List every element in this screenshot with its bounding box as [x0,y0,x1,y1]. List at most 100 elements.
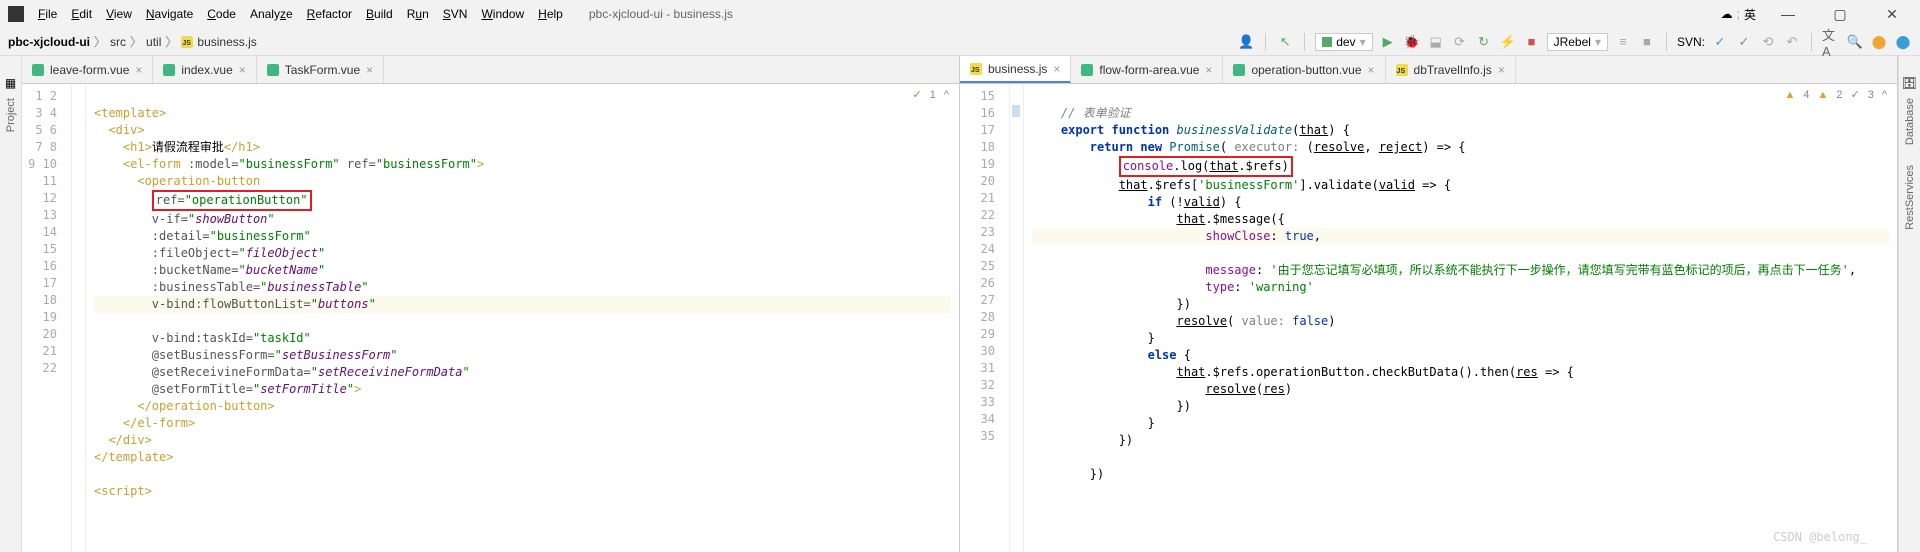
svn-commit-icon[interactable]: ✓ [1711,33,1729,51]
crumb-file[interactable]: business.js [197,35,256,49]
editor-split: leave-form.vue × index.vue × TaskForm.vue ×… [22,56,1898,552]
run-icon[interactable]: ▶ [1379,33,1397,51]
menu-navigate[interactable]: Navigate [140,5,199,23]
crumb-util[interactable]: util [146,35,161,49]
js-file-icon [970,63,982,75]
right-editor: business.js × flow-form-area.vue × operati… [960,56,1898,552]
window-title-path: pbc-xjcloud-ui - business.js [589,7,733,21]
menu-code[interactable]: Code [201,5,242,23]
svn-revert-icon[interactable]: ↶ [1783,33,1801,51]
ide-settings-icon[interactable]: ⬤ [1894,33,1912,51]
menu-refactor[interactable]: Refactor [301,5,358,23]
menu-window[interactable]: Window [475,5,530,23]
left-code[interactable]: <template> <div> <h1>请假流程审批</h1> <el-for… [86,84,959,552]
debug-icon[interactable]: 🐞 [1403,33,1421,51]
user-icon[interactable]: 👤 [1237,33,1255,51]
menu-edit[interactable]: Edit [65,5,98,23]
maximize-button[interactable]: ▢ [1820,2,1860,27]
back-icon[interactable]: ↖ [1276,33,1294,51]
left-fold-gutter[interactable] [72,84,86,552]
vue-file-icon [32,64,44,76]
menu-build[interactable]: Build [360,5,399,23]
right-code-area[interactable]: ▲4 ▲2 ✓3 ^ 15 16 17 18 19 20 21 22 23 24… [960,84,1897,552]
right-editor-tabs: business.js × flow-form-area.vue × operati… [960,56,1897,84]
project-tool-icon[interactable]: ▦ [5,76,16,90]
jrebel-select[interactable]: JRebel ▾ [1547,33,1608,51]
left-code-area[interactable]: ✓✓ 1 ^1 ^ 1 2 3 4 5 6 7 8 9 10 11 12 13 … [22,84,959,552]
svn-history-icon[interactable]: ⟲ [1759,33,1777,51]
attach-icon[interactable]: ⚡ [1499,33,1517,51]
coverage-icon[interactable]: ⬓ [1427,33,1445,51]
breadcrumb[interactable]: pbc-xjcloud-ui 〉 src 〉 util 〉 business.j… [8,33,257,50]
tab-close-icon[interactable]: × [1205,63,1212,77]
left-gutter[interactable]: 1 2 3 4 5 6 7 8 9 10 11 12 13 14 15 16 1… [22,84,72,552]
db-tool-icon[interactable]: 🗄 [1902,76,1917,90]
right-code[interactable]: // 表单验证 export function businessValidate… [1024,84,1897,552]
database-tool-label[interactable]: Database [1904,98,1916,145]
watermark: CSDN @belong_ [1773,529,1867,546]
rest-tool-label[interactable]: RestServices [1904,165,1916,230]
project-tool-label[interactable]: Project [5,98,17,132]
menu-analyze[interactable]: Analyze [244,5,299,23]
crumb-project[interactable]: pbc-xjcloud-ui [8,35,90,49]
rerun-icon[interactable]: ↻ [1475,33,1493,51]
tab-label: dbTravelInfo.js [1414,63,1492,77]
stop2-icon[interactable]: ■ [1638,33,1656,51]
right-gutter[interactable]: 15 16 17 18 19 20 21 22 23 24 25 26 27 2… [960,84,1010,552]
tab-close-icon[interactable]: × [366,63,373,77]
hammer-icon[interactable]: ≡ [1614,33,1632,51]
vue-file-icon [1081,64,1093,76]
tab-label: index.vue [181,63,232,77]
run-config-select[interactable]: dev ▾ [1315,33,1372,51]
tab-leave-form[interactable]: leave-form.vue × [22,56,153,83]
left-editor-tabs: leave-form.vue × index.vue × TaskForm.vue × [22,56,959,84]
menu-file[interactable]: File [32,5,63,23]
stop-icon[interactable]: ■ [1523,33,1541,51]
tab-close-icon[interactable]: × [239,63,246,77]
tab-index[interactable]: index.vue × [153,56,256,83]
left-tool-rail: ▦ Project [0,56,22,552]
js-file-icon [1396,64,1408,76]
tab-label: operation-button.vue [1251,63,1361,77]
ide-update-icon[interactable]: ⬤ [1870,33,1888,51]
tab-close-icon[interactable]: × [1368,63,1375,77]
translate-icon[interactable]: 文A [1822,33,1840,51]
tab-business-js[interactable]: business.js × [960,56,1071,83]
app-icon [8,6,24,22]
tab-label: flow-form-area.vue [1099,63,1199,77]
profile-icon[interactable]: ⟳ [1451,33,1469,51]
close-button[interactable]: ✕ [1872,2,1912,27]
svn-label: SVN: [1677,35,1705,49]
tab-taskform[interactable]: TaskForm.vue × [257,56,384,83]
right-tool-rail: 🗄 Database RestServices [1898,56,1920,552]
menu-help[interactable]: Help [532,5,569,23]
ime-lang: 英 [1744,6,1756,23]
main-area: ▦ Project leave-form.vue × index.vue × Tas… [0,56,1920,552]
svn-update-icon[interactable]: ✓ [1735,33,1753,51]
crumb-src[interactable]: src [110,35,126,49]
run-config-label: dev [1336,35,1355,49]
tab-dbtravelinfo[interactable]: dbTravelInfo.js × [1386,56,1516,83]
search-icon[interactable]: 🔍 [1846,33,1864,51]
tab-close-icon[interactable]: × [1053,62,1060,76]
breakpoint-marker[interactable] [1012,105,1020,117]
tab-label: TaskForm.vue [285,63,360,77]
menu-run[interactable]: Run [401,5,435,23]
main-menu: File Edit View Navigate Code Analyze Ref… [32,5,569,23]
menu-svn[interactable]: SVN [437,5,474,23]
tab-close-icon[interactable]: × [1498,63,1505,77]
vue-file-icon [267,64,279,76]
tab-close-icon[interactable]: × [135,63,142,77]
ime-indicator[interactable]: ☁ ; 英 [1721,6,1756,23]
right-fold-gutter[interactable] [1010,84,1024,552]
vue-file-icon [163,64,175,76]
tab-label: leave-form.vue [50,63,129,77]
toolbar: 👤 ↖ dev ▾ ▶ 🐞 ⬓ ⟳ ↻ ⚡ ■ JRebel ▾ ≡ ■ SVN… [1237,33,1912,51]
minimize-button[interactable]: — [1768,2,1808,26]
tab-label: business.js [988,62,1047,76]
left-editor: leave-form.vue × index.vue × TaskForm.vue ×… [22,56,960,552]
tab-operation-button[interactable]: operation-button.vue × [1223,56,1385,83]
menu-view[interactable]: View [100,5,138,23]
jrebel-label: JRebel [1554,35,1591,49]
tab-flow-form-area[interactable]: flow-form-area.vue × [1071,56,1223,83]
